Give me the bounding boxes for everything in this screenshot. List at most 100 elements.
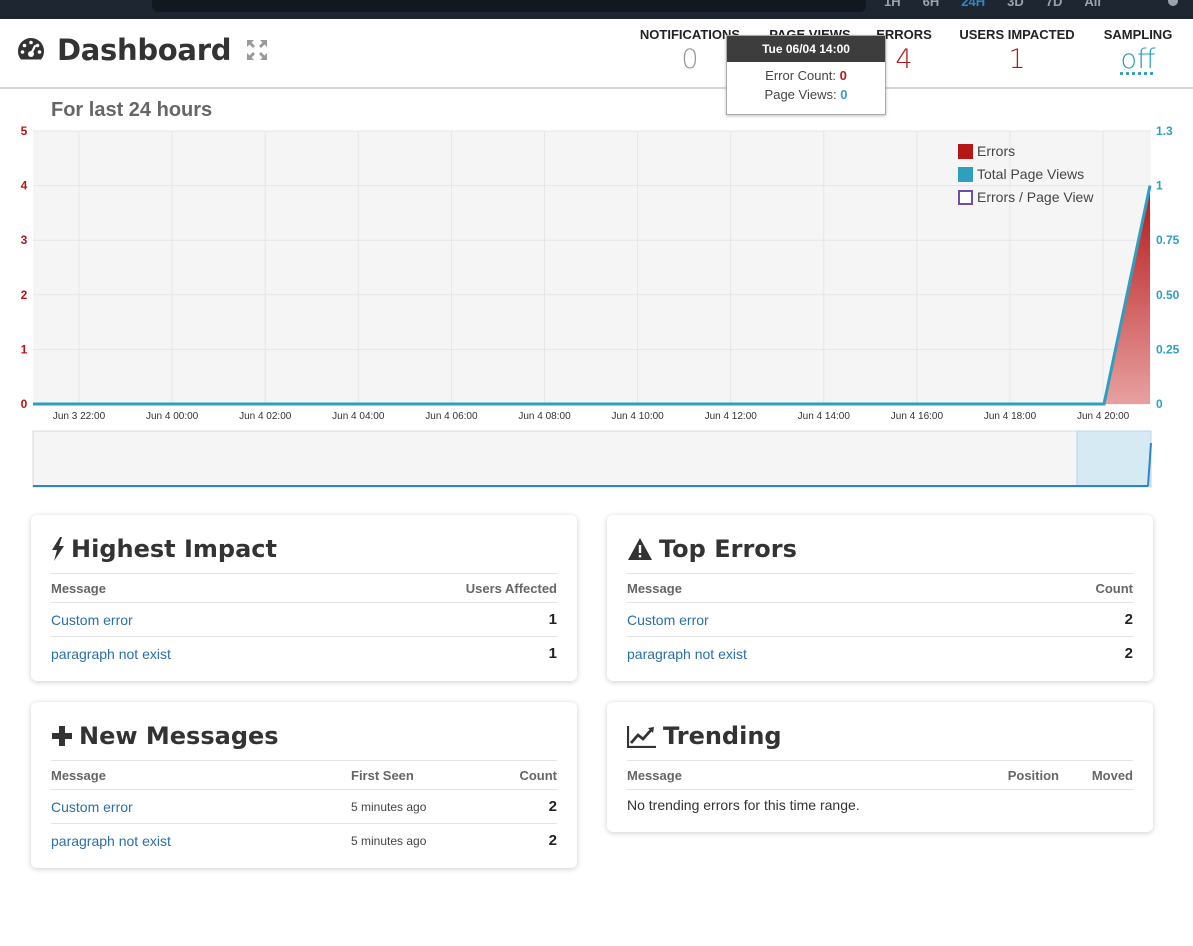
message-link[interactable]: paragraph not exist [51,646,171,662]
range-option-all[interactable]: All [1084,0,1101,9]
x-tick-label: Jun 4 10:00 [611,411,664,422]
chart-navigator [32,430,1152,488]
top-bar: 1H 6H 24H 3D 7D All [0,0,1193,19]
legend-label: Errors / Page View [977,189,1094,205]
x-tick-label: Jun 4 06:00 [425,411,478,422]
count-value: 2 [548,832,557,850]
range-option-1h[interactable]: 1H [884,0,901,9]
card-title-text: Highest Impact [71,535,277,563]
message-link[interactable]: paragraph not exist [627,646,747,662]
range-option-6h[interactable]: 6H [923,0,940,9]
y-left-tick-label: 5 [21,124,28,138]
stats-bar: NOTIFICATIONS 0 PAGE VIEWS 0 ERRORS 4 US… [0,27,1193,87]
warning-icon [628,538,652,560]
tooltip-error-row: Error Count: 0 [727,68,885,83]
table-row: paragraph not exist 1 [51,637,557,671]
chart-subtitle: For last 24 hours [51,99,213,121]
highest-impact-table: Message Users Affected Custom error 1 pa… [51,573,557,671]
tooltip-views-label: Page Views: [764,87,837,102]
range-option-24h[interactable]: 24H [961,0,985,9]
user-menu-icon[interactable] [1168,0,1178,6]
y-right-tick-label: 1 [1156,179,1163,193]
message-link[interactable]: Custom error [627,612,709,628]
users-affected-value: 1 [548,645,557,663]
y-right-tick-label: 0.25 [1156,342,1180,356]
card-title: Trending [627,720,1133,752]
column-header-message[interactable]: Message [627,573,1013,603]
legend-swatch [958,167,973,182]
sampling-toggle-link[interactable]: off [1098,44,1178,75]
card-title: Top Errors [627,533,1133,565]
table-row: paragraph not exist 5 minutes ago 2 [51,824,557,858]
stat-value: 1 [1008,44,1026,75]
top-errors-table: Message Count Custom error 2 paragraph n… [627,573,1133,671]
y-right-tick-label: 1.3 [1156,124,1173,138]
tooltip-title: Tue 06/04 14:00 [727,36,885,62]
y-left-tick-label: 1 [21,342,28,356]
x-tick-label: Jun 4 12:00 [705,411,758,422]
x-tick-label: Jun 4 16:00 [891,411,944,422]
stat-users-impacted[interactable]: USERS IMPACTED 1 [955,27,1079,75]
x-tick-label: Jun 4 20:00 [1077,411,1130,422]
column-header-users-affected[interactable]: Users Affected [338,573,557,603]
card-title-text: Top Errors [659,535,797,563]
search-input[interactable] [152,0,866,12]
navigator-selection [1076,430,1152,487]
first-seen-value: 5 minutes ago [351,789,489,824]
tooltip-views-value: 0 [840,87,848,102]
y-left-tick-label: 2 [21,288,28,302]
users-affected-value: 1 [338,602,557,637]
legend-label: Errors [977,143,1015,159]
x-tick-label: Jun 4 14:00 [798,411,851,422]
y-left-tick-label: 4 [21,179,28,193]
column-header-message[interactable]: Message [627,760,969,790]
x-tick-label: Jun 4 02:00 [239,411,292,422]
legend-swatch [958,144,973,159]
message-link[interactable]: Custom error [51,612,133,628]
trending-card: Trending Message Position Moved No trend… [607,702,1153,832]
message-link[interactable]: paragraph not exist [51,833,171,849]
stat-label: USERS IMPACTED [959,27,1075,42]
table-row: Custom error 1 [51,602,557,637]
message-link[interactable]: Custom error [51,799,133,815]
empty-state-message: No trending errors for this time range. [627,797,860,813]
tooltip-views-row: Page Views: 0 [727,87,885,102]
table-row: Custom error 5 minutes ago 2 [51,789,557,824]
column-header-first-seen[interactable]: First Seen [351,760,489,790]
tooltip-error-label: Error Count: [765,68,836,83]
x-tick-label: Jun 4 18:00 [984,411,1037,422]
card-title-text: Trending [663,722,782,750]
column-header-message[interactable]: Message [51,573,339,603]
range-option-7d[interactable]: 7D [1046,0,1063,9]
line-chart-icon [627,726,656,748]
column-header-count[interactable]: Count [488,760,557,790]
y-left-tick-label: 0 [21,397,28,411]
stat-sampling[interactable]: SAMPLING off [1098,27,1178,75]
legend-swatch [958,190,973,205]
column-header-count[interactable]: Count [1012,573,1133,603]
x-tick-label: Jun 4 04:00 [332,411,385,422]
y-right-tick-label: 0.75 [1156,233,1180,247]
chart-tooltip: Tue 06/04 14:00 Error Count: 0 Page View… [726,35,886,115]
errors-chart[interactable]: Jun 3 22:00 Jun 4 00:00 Jun 4 02:00 Jun 4 0… [0,120,1193,492]
column-header-position[interactable]: Position [969,760,1059,790]
legend-label: Total Page Views [977,166,1084,182]
highest-impact-card: Highest Impact Message Users Affected Cu… [31,515,577,681]
time-range-selector: 1H 6H 24H 3D 7D All [884,0,1123,9]
top-errors-card: Top Errors Message Count Custom error 2 … [607,515,1153,681]
new-messages-table: Message First Seen Count Custom error 5 … [51,760,557,858]
dashboard-header: Dashboard NOTIFICATIONS 0 PAGE VIEWS 0 E… [0,19,1193,89]
tooltip-error-value: 0 [839,68,847,83]
card-title-text: New Messages [79,722,279,750]
first-seen-value: 5 minutes ago [351,833,427,848]
range-option-3d[interactable]: 3D [1007,0,1024,9]
x-tick-label: Jun 4 08:00 [518,411,571,422]
trending-table: Message Position Moved [627,760,1133,790]
table-row: Custom error 2 [627,602,1133,637]
count-value: 2 [1012,602,1133,637]
column-header-moved[interactable]: Moved [1059,760,1133,790]
column-header-message[interactable]: Message [51,760,351,790]
table-row: paragraph not exist 2 [627,637,1133,671]
y-right-tick-label: 0.50 [1156,288,1180,302]
y-left-tick-label: 3 [21,233,28,247]
